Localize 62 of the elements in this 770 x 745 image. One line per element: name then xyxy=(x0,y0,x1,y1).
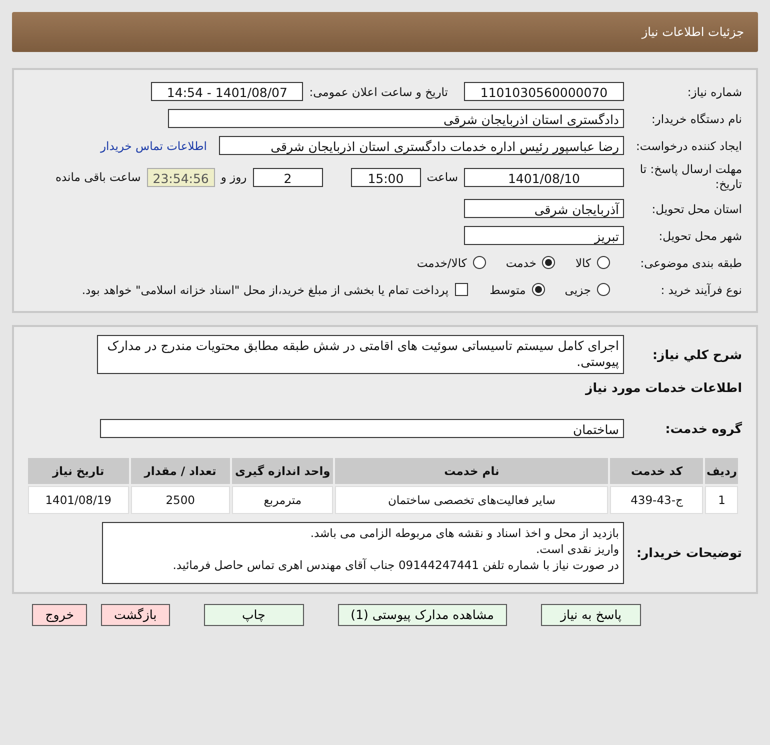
table-cell: 1 xyxy=(705,486,738,514)
column-header: تاریخ نیاز xyxy=(28,458,129,484)
radio-label: خدمت xyxy=(506,256,536,270)
radio-label: متوسط xyxy=(490,282,526,296)
note-line: واریز نقدی است. xyxy=(535,540,619,557)
column-header: کد خدمت xyxy=(610,458,704,484)
page-title: جزئیات اطلاعات نیاز xyxy=(642,25,744,39)
radio-button[interactable] xyxy=(472,256,486,269)
field-label: استان محل تحویل: xyxy=(650,202,742,216)
service-group-field: ساختمان xyxy=(100,418,624,438)
field-label: مهلت ارسال پاسخ: تا تاریخ: xyxy=(638,162,742,192)
radio-label: کالا xyxy=(575,256,591,270)
table-cell: سایر فعالیت‌های تخصصی ساختمان xyxy=(335,486,608,514)
days-label: روز و xyxy=(220,170,247,184)
radio-button[interactable] xyxy=(542,256,556,269)
field-label: نوع فرآیند خرید : xyxy=(660,282,742,296)
province-field: آذربایجان شرقی xyxy=(464,199,624,218)
note-line: در صورت نیاز با شماره تلفن 09144247441 جناب آقای مهندس اهری تماس حاصل فرمائید. xyxy=(172,556,619,573)
deadline-time-field: 15:00 xyxy=(350,168,421,186)
field-label: گروه خدمت: xyxy=(664,420,742,436)
section-heading: اطلاعات خدمات مورد نیاز xyxy=(586,380,742,394)
checkbox[interactable] xyxy=(454,283,468,296)
need-number-field: 1101030560000070 xyxy=(464,82,624,101)
table-cell: 2500 xyxy=(130,486,230,514)
column-header: واحد اندازه گیری xyxy=(232,458,334,484)
radio-button[interactable] xyxy=(597,256,610,269)
field-label: شماره نیاز: xyxy=(686,84,742,98)
action-button[interactable]: چاپ xyxy=(204,604,304,626)
buyer-org-field: دادگستری استان اذربایجان شرقی xyxy=(168,109,624,128)
action-button[interactable]: بازگشت xyxy=(100,604,170,626)
field-label: نام دستگاه خریدار: xyxy=(650,112,742,126)
radio-button[interactable] xyxy=(597,283,610,296)
field-label: توضیحات خریدار: xyxy=(635,545,742,560)
radio-button[interactable] xyxy=(532,283,545,296)
time-label: ساعت xyxy=(426,170,458,184)
checkbox-label: پرداخت تمام یا بخشی از مبلغ خرید،از محل "اسناد خزانه اسلامی" خواهد بود. xyxy=(82,282,449,296)
field-label: تاریخ و ساعت اعلان عمومی: xyxy=(309,84,448,98)
deadline-date-field: 1401/08/10 xyxy=(464,168,624,186)
column-header: تعداد / مقدار xyxy=(130,458,230,484)
action-button[interactable]: پاسخ به نیاز xyxy=(541,604,641,626)
field-label: شهر محل تحویل: xyxy=(658,228,742,242)
field-label: طبقه بندی موضوعی: xyxy=(639,256,742,270)
table-cell: مترمربع xyxy=(232,486,334,514)
remaining-label: ساعت باقی مانده xyxy=(56,170,141,184)
action-button[interactable]: مشاهده مدارک پیوستی (1) xyxy=(338,604,507,626)
announce-date-field: 1401/08/07 - 14:54 xyxy=(151,82,304,101)
column-header: نام خدمت xyxy=(335,458,608,484)
table-cell: 1401/08/19 xyxy=(28,486,129,514)
action-button[interactable]: خروج xyxy=(32,604,87,626)
note-line: بازدید از محل و اخذ اسناد و نقشه های مربوطه الزامی می باشد. xyxy=(309,524,619,541)
days-field: 2 xyxy=(252,168,323,186)
field-label: شرح کلي نیاز: xyxy=(652,346,742,362)
city-field: تبریز xyxy=(464,226,624,245)
column-header: ردیف xyxy=(705,458,738,484)
creator-field: رضا عباسپور رئیس اداره خدمات دادگستری استان اذربایجان شرقی xyxy=(219,136,624,155)
radio-label: کالا/خدمت xyxy=(416,256,467,270)
buyer-contact-link[interactable]: اطلاعات تماس خریدار xyxy=(100,138,207,152)
radio-label: جزیی xyxy=(564,282,591,296)
field-label: ایجاد کننده درخواست: xyxy=(635,138,742,152)
summary-field: اجرای کامل سیستم تاسیساتی سوئیت های اقامتی در شش طبقه مطابق محتویات مندرج در مدارک پیوستی. xyxy=(97,335,624,374)
table-cell: ج-43-439 xyxy=(610,486,704,514)
remaining-time-field: 23:54:56 xyxy=(146,168,215,186)
